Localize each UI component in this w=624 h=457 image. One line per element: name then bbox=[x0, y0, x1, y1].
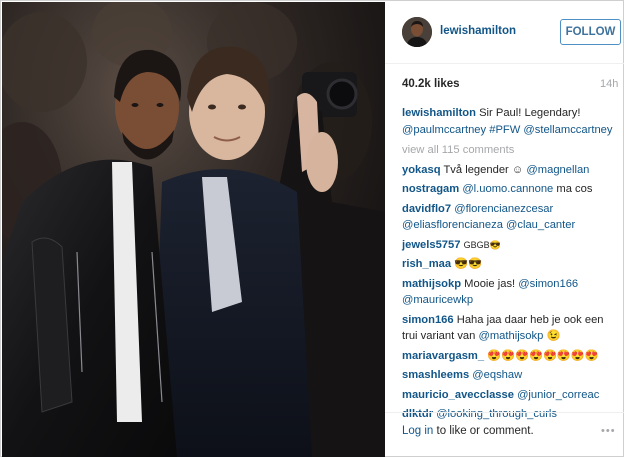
login-link[interactable]: Log in bbox=[402, 425, 433, 437]
comment-username[interactable]: yokasq bbox=[402, 164, 441, 176]
comment-text: 😍😍😍😍😍😍😍😍 bbox=[487, 349, 599, 362]
comment-username[interactable]: simon166 bbox=[402, 314, 454, 326]
comment: davidflo7 @florencianezcesar @eliasflore… bbox=[402, 201, 620, 234]
comment-username[interactable]: mauricio_avecclasse bbox=[402, 389, 514, 401]
header-username[interactable]: lewishamilton bbox=[440, 25, 516, 37]
post-footer: Log in to like or comment. ••• bbox=[385, 412, 624, 457]
comment-mention[interactable]: @junior_correac bbox=[517, 389, 599, 401]
comment: mauricio_avecclasse @junior_correac bbox=[402, 387, 620, 404]
comment-username[interactable]: mathijsokp bbox=[402, 278, 461, 290]
comment: smashleems @eqshaw bbox=[402, 367, 620, 384]
photo-illustration bbox=[2, 2, 385, 457]
avatar-icon bbox=[402, 17, 432, 47]
comment-text: Två legender ☺ bbox=[443, 163, 524, 176]
comment-text-after: 😉 bbox=[546, 330, 561, 342]
comment-username[interactable]: rish_maa bbox=[402, 258, 451, 270]
caption-mention-2[interactable]: #PFW bbox=[489, 124, 520, 136]
comment-username[interactable]: davidflo7 bbox=[402, 203, 451, 215]
comment-text: Mooie jas! bbox=[464, 277, 516, 290]
comment-username[interactable]: jewels5757 bbox=[402, 239, 460, 251]
login-prompt: Log in to like or comment. bbox=[402, 425, 534, 437]
comments-list: lewishamilton Sir Paul! Legendary! @paul… bbox=[402, 105, 620, 426]
more-options-icon[interactable]: ••• bbox=[601, 425, 616, 437]
caption-mention-3[interactable]: @stellamccartney bbox=[523, 124, 612, 136]
caption-mention-1[interactable]: @paulmccartney bbox=[402, 124, 486, 136]
login-prompt-text: to like or comment. bbox=[436, 425, 534, 437]
comment: jewels5757 GBGB😎 bbox=[402, 237, 620, 254]
comment: yokasq Två legender ☺ @magnellan bbox=[402, 162, 620, 179]
comment-text: GBGB😎 bbox=[463, 239, 501, 250]
post-frame: lewishamilton FOLLOW 40.2k likes 14h lew… bbox=[0, 0, 624, 457]
comment-mention[interactable]: @eqshaw bbox=[472, 369, 522, 381]
follow-button[interactable]: FOLLOW bbox=[560, 19, 621, 45]
post-photo[interactable] bbox=[2, 2, 385, 457]
comment: mathijsokp Mooie jas! @simon166 @maurice… bbox=[402, 276, 620, 309]
caption-username[interactable]: lewishamilton bbox=[402, 107, 476, 119]
comment: nostragam @l.uomo.cannone ma cos bbox=[402, 181, 620, 198]
comment-text: 😎😎 bbox=[454, 258, 483, 270]
comment: simon166 Haha jaa daar heb je ook een tr… bbox=[402, 312, 620, 345]
caption-text: Sir Paul! Legendary! bbox=[479, 107, 581, 119]
comment: rish_maa 😎😎 bbox=[402, 256, 620, 273]
comment-username[interactable]: nostragam bbox=[402, 183, 459, 195]
post-time[interactable]: 14h bbox=[600, 78, 618, 90]
post-header: lewishamilton FOLLOW bbox=[385, 2, 624, 64]
caption: lewishamilton Sir Paul! Legendary! @paul… bbox=[402, 105, 620, 138]
post-side-panel: lewishamilton FOLLOW 40.2k likes 14h lew… bbox=[385, 2, 624, 457]
comment-username[interactable]: mariavargasm_ bbox=[402, 350, 484, 362]
comment-text: ma cos bbox=[556, 183, 593, 195]
view-all-comments-link[interactable]: view all 115 comments bbox=[402, 142, 620, 159]
comment-username[interactable]: smashleems bbox=[402, 369, 469, 381]
comment-mention[interactable]: @mathijsokp bbox=[478, 330, 543, 342]
comment-mention[interactable]: @magnellan bbox=[526, 164, 589, 176]
comment-mention[interactable]: @l.uomo.cannone bbox=[462, 183, 553, 195]
likes-count[interactable]: 40.2k likes bbox=[402, 78, 460, 90]
comment: mariavargasm_ 😍😍😍😍😍😍😍😍 bbox=[402, 348, 620, 365]
avatar[interactable] bbox=[402, 17, 432, 47]
